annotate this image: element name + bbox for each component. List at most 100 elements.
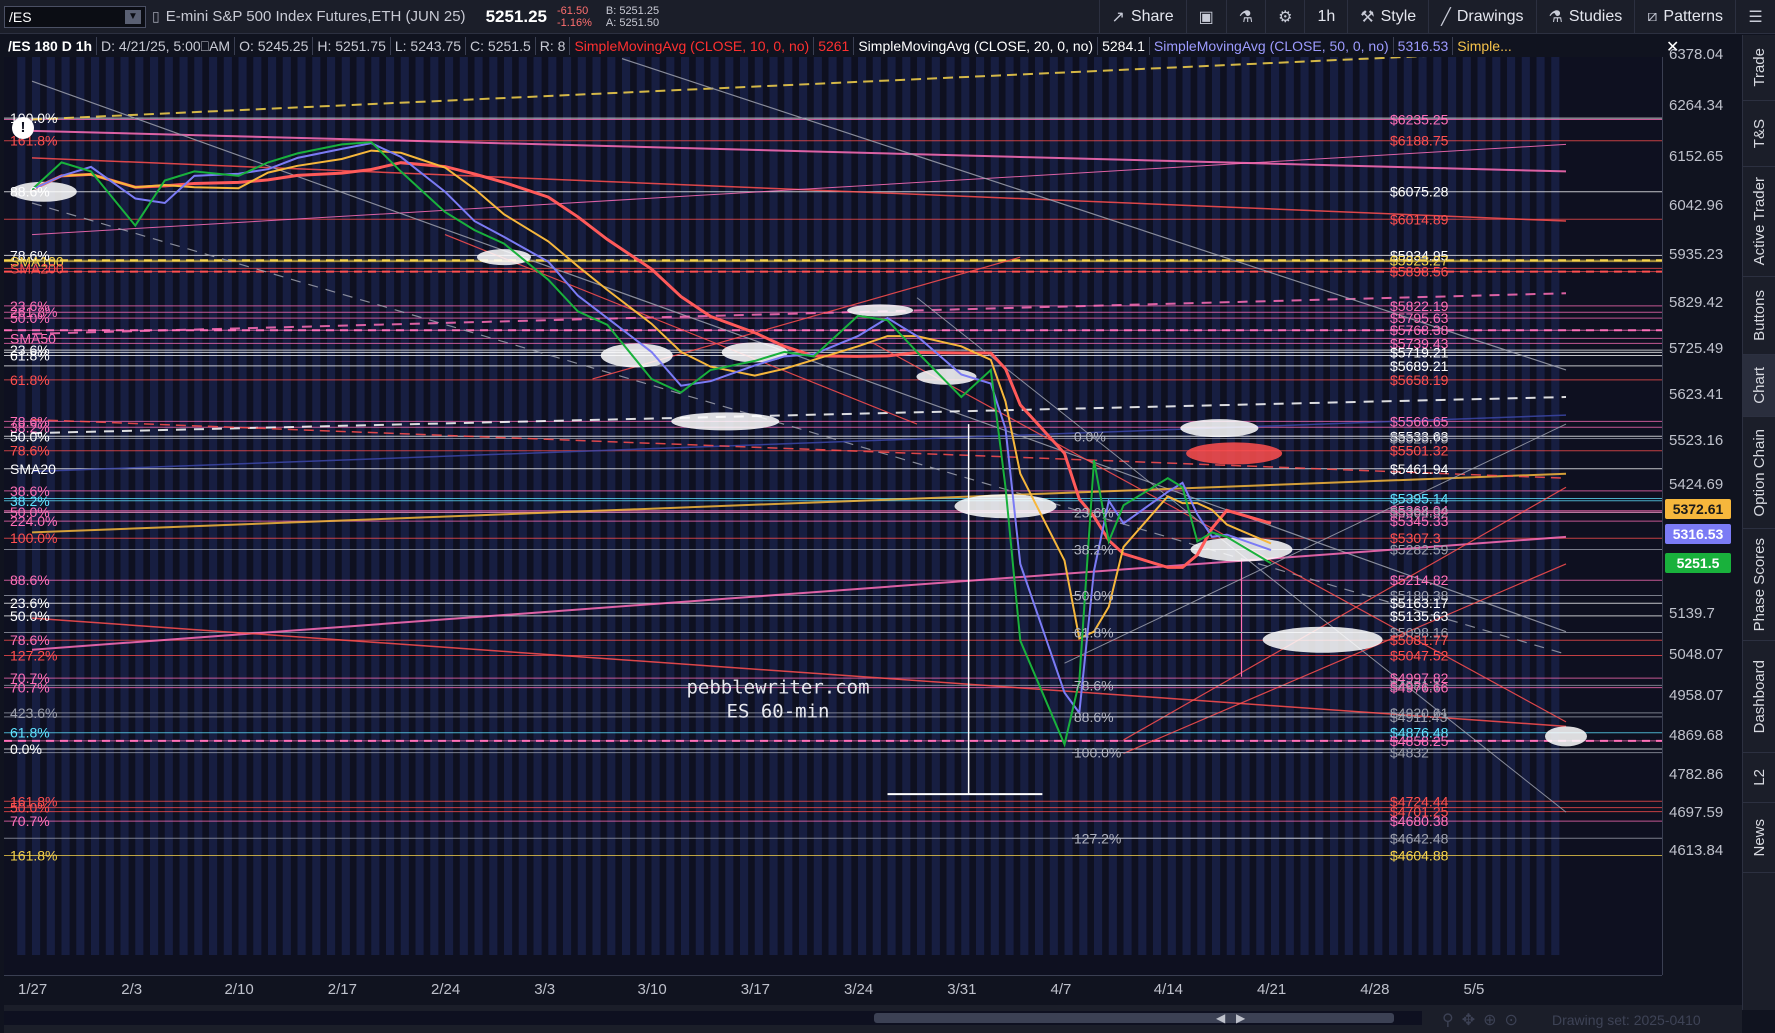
link-icon[interactable]: ▯: [152, 8, 160, 25]
side-tab-news[interactable]: News: [1743, 803, 1775, 873]
fib-label: 100.0%: [1074, 745, 1121, 761]
change-percent: -1.16%: [557, 16, 592, 29]
camera-icon: ▣: [1198, 9, 1214, 26]
flask-icon: ⚗: [1548, 9, 1563, 26]
side-tab-option-chain[interactable]: Option Chain: [1743, 417, 1775, 529]
symbol-text: /ES: [9, 8, 32, 25]
scroll-right-button[interactable]: ▶: [1236, 1011, 1245, 1025]
sma10-label[interactable]: SimpleMovingAvg (CLOSE, 10, 0, no): [570, 37, 815, 55]
scroll-thumb[interactable]: [874, 1013, 1394, 1023]
right-level-label: $5135.63: [1390, 608, 1449, 624]
left-level-label: 61.8%: [10, 372, 50, 388]
side-tab-l2[interactable]: L2: [1743, 753, 1775, 803]
date-tick: 2/10: [224, 981, 254, 998]
right-level-label: $5282.59: [1390, 542, 1449, 558]
side-tab-trade[interactable]: Trade: [1743, 35, 1775, 101]
menu-button[interactable]: ☰: [1735, 0, 1775, 34]
patterns-button[interactable]: ⧄ Patterns: [1634, 0, 1735, 34]
price-chart[interactable]: 100.0% 161.8% 88.6% 78.6% SMA100 SMA200 23.6% 2…: [4, 57, 1662, 975]
date-tick: 3/24: [844, 981, 874, 998]
side-tab-label: News: [1751, 818, 1768, 857]
fib-label: 78.6%: [1074, 677, 1114, 693]
chart-info-strip: /ES 180 D 1h D: 4/21/25, 5:00⎕AM O: 5245…: [4, 35, 1662, 57]
left-level-label: 50.0%: [10, 608, 50, 624]
share-label: Share: [1130, 8, 1174, 25]
studies-button[interactable]: ⚗ Studies: [1535, 0, 1635, 34]
share-button[interactable]: ↗ Share: [1098, 0, 1186, 34]
watermark-line2: ES 60-min: [727, 701, 830, 723]
price-axis[interactable]: 6378.04 6264.34 6152.65 6042.96 5935.23 5829.…: [1662, 46, 1742, 975]
target-ellipse: [1180, 419, 1259, 438]
settings-button[interactable]: ⚙: [1265, 0, 1304, 34]
more-studies-label[interactable]: Simple...: [1453, 37, 1515, 55]
instrument-name: E-mini S&P 500 Index Futures,ETH (JUN 25…: [165, 8, 466, 25]
right-level-label: $6235.25: [1390, 112, 1449, 128]
style-icon: ⚒: [1360, 9, 1375, 26]
left-level-label: 224.0%: [10, 513, 57, 529]
side-tab-phase-scores[interactable]: Phase Scores: [1743, 529, 1775, 641]
side-tab-dashboard[interactable]: Dashboard: [1743, 641, 1775, 753]
left-level-label: 161.8%: [10, 847, 57, 863]
price-tick: 4869.68: [1669, 726, 1724, 744]
zoom-tools[interactable]: ⚲✥⊕⊙: [1442, 1010, 1526, 1030]
chevron-down-icon[interactable]: ▼: [125, 9, 141, 24]
right-level-label: $6188.75: [1390, 133, 1449, 149]
timeframe-button[interactable]: 1h: [1304, 0, 1347, 34]
chart-canvas: 100.0%161.8%88.6%78.6%SMA100SMA20023.6%2…: [4, 57, 1662, 955]
fib-label: 88.6%: [1074, 709, 1114, 725]
trading-app: /ES ▼ ▯ E-mini S&P 500 Index Futures,ETH…: [0, 0, 1775, 1033]
drawings-button[interactable]: ╱ Drawings: [1428, 0, 1535, 34]
target-ellipse: [1262, 626, 1383, 653]
drawing-set-label: Drawing set: 2025-0410: [1552, 1012, 1701, 1028]
symbol-selector[interactable]: /ES ▼: [4, 5, 146, 28]
scroll-left-button[interactable]: ◀: [1216, 1011, 1225, 1025]
side-tab-chart[interactable]: Chart: [1743, 355, 1775, 417]
right-level-label: $4604.88: [1390, 847, 1449, 863]
bid-value: B: 5251.25: [605, 4, 660, 17]
right-level-label: $5658.19: [1390, 372, 1449, 388]
side-tab-active-trader[interactable]: Active Trader: [1743, 167, 1775, 277]
left-level-label: 70.7%: [10, 680, 50, 696]
right-level-label: $4976.66: [1390, 680, 1449, 696]
bid-ask: B: 5251.25 A: 5251.50: [606, 5, 659, 29]
alert-icon[interactable]: !: [12, 117, 34, 139]
target-ellipse: [477, 249, 531, 266]
last-price: 5251.25: [485, 6, 548, 26]
right-level-label: $5047.52: [1390, 648, 1449, 664]
fib-label: 50.0%: [1074, 588, 1114, 604]
sma10-value: 5261: [814, 37, 855, 55]
patterns-label: Patterns: [1663, 8, 1723, 25]
bar-date: D: 4/21/25, 5:00⎕AM: [97, 37, 236, 55]
date-tick: 2/24: [431, 981, 461, 998]
right-level-label: $5898.56: [1390, 264, 1449, 280]
pattern-icon: ⧄: [1647, 8, 1658, 25]
target-ellipse: [1545, 726, 1587, 747]
price-tick: 5829.42: [1669, 293, 1724, 311]
side-tab-buttons[interactable]: Buttons: [1743, 277, 1775, 355]
price-badge: 5372.61: [1665, 498, 1731, 519]
side-tab-t-s[interactable]: T&S: [1743, 101, 1775, 167]
date-tick: 3/3: [534, 981, 556, 998]
price-tick: 5725.49: [1669, 340, 1724, 358]
fib-label: 61.8%: [1074, 625, 1114, 641]
bar-open: O: 5245.25: [235, 37, 314, 55]
right-level-label: $5501.32: [1390, 443, 1449, 459]
date-tick: 1/27: [18, 981, 48, 998]
price-tick: 5935.23: [1669, 245, 1724, 263]
price-tick: 5523.16: [1669, 431, 1724, 449]
style-button[interactable]: ⚒ Style: [1347, 0, 1428, 34]
top-toolbar: /ES ▼ ▯ E-mini S&P 500 Index Futures,ETH…: [0, 0, 1775, 34]
studies-lab-button[interactable]: ⚗: [1225, 0, 1265, 34]
left-level-label: 61.8%: [10, 725, 50, 741]
side-tab-label: Phase Scores: [1751, 537, 1768, 632]
right-level-label: $4680.38: [1390, 813, 1449, 829]
snapshot-button[interactable]: ▣: [1185, 0, 1226, 34]
left-level-label: 78.6%: [10, 443, 50, 459]
side-tab-label: Buttons: [1751, 290, 1768, 341]
sma20-label[interactable]: SimpleMovingAvg (CLOSE, 20, 0, no): [854, 37, 1099, 55]
date-axis[interactable]: 1/27 2/3 2/10 2/17 2/24 3/3 3/10 3/17 3/24 3/31 4/…: [4, 975, 1662, 1005]
sma50-label[interactable]: SimpleMovingAvg (CLOSE, 50, 0, no): [1150, 37, 1394, 55]
change-value: -61.50: [557, 4, 589, 17]
side-tab-label: Active Trader: [1751, 177, 1768, 266]
date-tick: 4/21: [1257, 981, 1287, 998]
